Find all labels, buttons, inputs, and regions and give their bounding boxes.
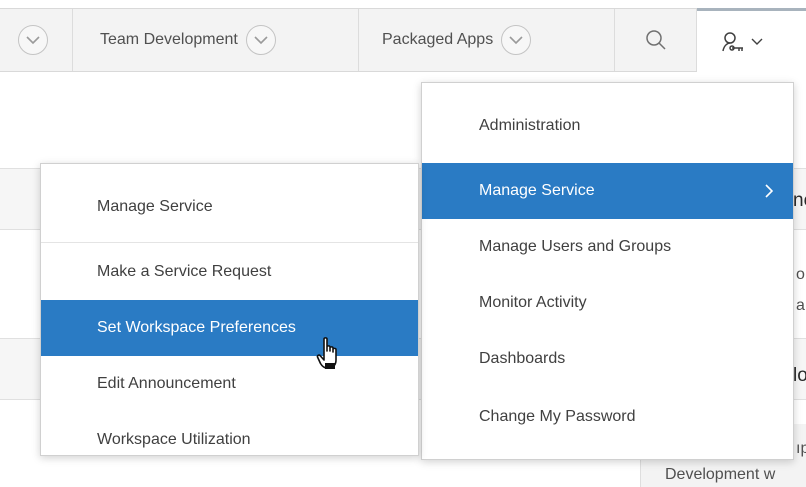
- submenu-item-edit-announcement[interactable]: Edit Announcement: [41, 356, 418, 412]
- menu-item-label: Workspace Utilization: [97, 431, 251, 448]
- user-key-icon: [722, 31, 743, 51]
- menu-item-dashboards[interactable]: Dashboards: [422, 331, 793, 387]
- chevron-down-icon[interactable]: [501, 25, 532, 55]
- background-text: Development w: [665, 466, 776, 483]
- menu-item-change-my-password[interactable]: Change My Password: [422, 387, 793, 447]
- chevron-down-icon[interactable]: [245, 25, 276, 55]
- background-text: ıp: [796, 440, 806, 457]
- nav-tab-label: Team Development: [100, 31, 238, 48]
- search-icon: [646, 30, 666, 50]
- nav-tab-team-development[interactable]: Team Development: [100, 9, 276, 71]
- submenu-item-workspace-utilization[interactable]: Workspace Utilization: [41, 412, 418, 468]
- menu-item-administration[interactable]: Administration: [422, 98, 793, 154]
- chevron-down-icon: [751, 38, 763, 45]
- submenu-item-make-service-request[interactable]: Make a Service Request: [41, 244, 418, 300]
- background-text: lo: [793, 365, 806, 386]
- chevron-right-icon: [765, 184, 773, 198]
- user-menu-button[interactable]: [697, 8, 806, 72]
- menu-item-label: Make a Service Request: [97, 263, 272, 280]
- nav-tab-packaged-apps[interactable]: Packaged Apps: [382, 9, 532, 71]
- menu-item-label: Monitor Activity: [479, 294, 587, 311]
- menu-item-label: Change My Password: [479, 408, 636, 425]
- user-dropdown-menu: Administration Manage Service Manage Use…: [421, 82, 794, 460]
- nav-separator: [614, 9, 615, 71]
- background-text: a: [796, 297, 805, 314]
- menu-item-label: Manage Users and Groups: [479, 238, 672, 255]
- menu-divider: [41, 242, 418, 243]
- menu-item-label: Set Workspace Preferences: [97, 319, 296, 336]
- nav-tab-label: Packaged Apps: [382, 31, 494, 48]
- background-text: o: [796, 266, 805, 283]
- nav-separator: [358, 9, 359, 71]
- manage-service-submenu: Manage Service Make a Service Request Se…: [40, 163, 419, 456]
- menu-item-monitor-activity[interactable]: Monitor Activity: [422, 275, 793, 331]
- menu-item-label: Edit Announcement: [97, 375, 236, 392]
- menu-item-manage-service[interactable]: Manage Service: [422, 163, 793, 219]
- nav-separator: [72, 9, 73, 71]
- menu-item-label: Manage Service: [97, 198, 213, 215]
- menu-item-label: Dashboards: [479, 350, 566, 367]
- submenu-item-set-workspace-preferences[interactable]: Set Workspace Preferences: [41, 300, 418, 356]
- hand-cursor-icon: [316, 337, 337, 369]
- menu-item-label: Manage Service: [479, 182, 595, 199]
- search-button[interactable]: [626, 9, 686, 71]
- menu-item-manage-users-and-groups[interactable]: Manage Users and Groups: [422, 219, 793, 275]
- submenu-item-manage-service[interactable]: Manage Service: [41, 174, 418, 240]
- top-navigation-bar: Team Development Packaged Apps: [0, 8, 806, 72]
- chevron-down-icon[interactable]: [18, 25, 48, 55]
- nav-tab-previous[interactable]: [18, 9, 48, 71]
- background-text: ne: [793, 190, 806, 211]
- menu-item-label: Administration: [479, 117, 581, 134]
